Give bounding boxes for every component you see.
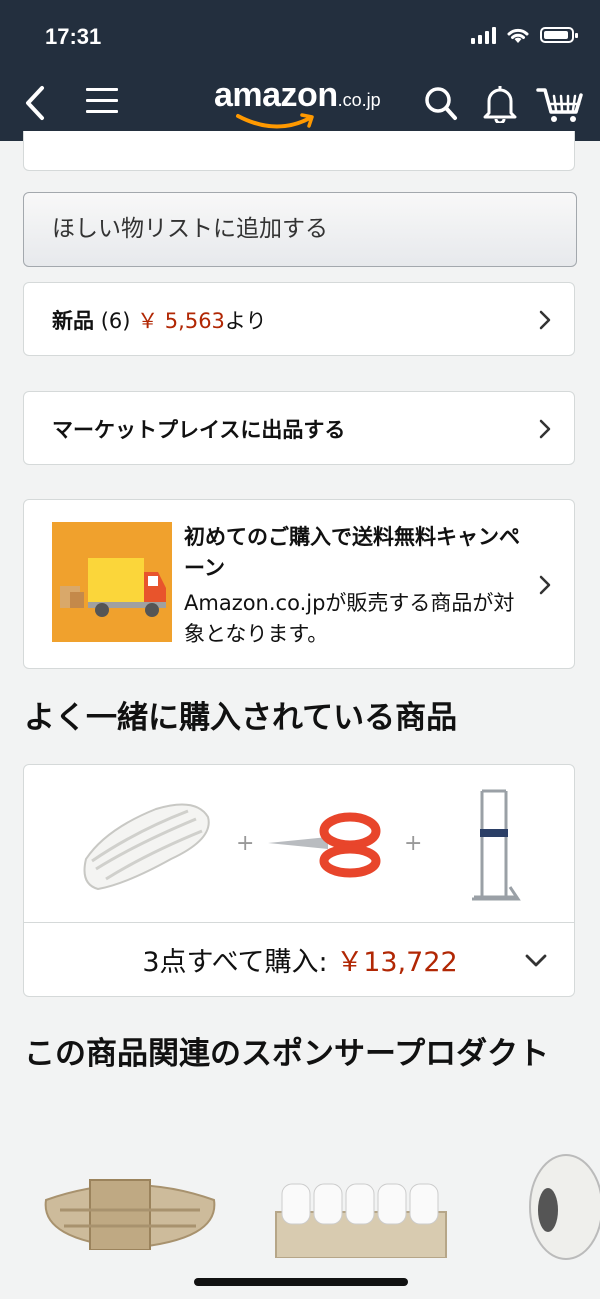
frequently-bought-card: + + 3点すべて購入: ￥13,722 <box>23 764 575 997</box>
new-count: (6) <box>100 309 131 333</box>
new-price: ￥ 5,563 <box>137 309 225 333</box>
new-offers-label: 新品 (6) ￥ 5,563より <box>52 305 267 335</box>
smile-arrow-icon <box>236 113 314 129</box>
amazon-logo[interactable]: amazon.co.jp <box>214 76 381 129</box>
new-suffix: より <box>224 309 267 333</box>
expand-button[interactable] <box>524 953 548 973</box>
search-button[interactable] <box>424 86 458 122</box>
frequently-bought-images: + + <box>24 765 574 923</box>
plus-sign: + <box>404 831 423 856</box>
status-icons <box>471 26 578 44</box>
new-offers-row[interactable]: 新品 (6) ￥ 5,563より <box>23 282 575 356</box>
status-time: 17:31 <box>45 24 102 49</box>
wifi-icon <box>507 28 529 43</box>
jute-rope-product-image[interactable] <box>40 1170 220 1250</box>
logo-tld: .co.jp <box>337 90 381 110</box>
notifications-button[interactable] <box>482 83 518 125</box>
stand-product-image[interactable] <box>464 787 524 907</box>
sell-on-marketplace-row[interactable]: マーケットプレイスに出品する <box>23 391 575 465</box>
sponsored-products-heading: この商品関連のスポンサープロダクト <box>24 1036 550 1072</box>
buy-all-price: ￥13,722 <box>336 947 458 978</box>
new-label: 新品 <box>52 309 94 333</box>
back-button[interactable] <box>22 82 52 124</box>
hamburger-icon <box>86 88 118 113</box>
scissors-product-image[interactable] <box>264 811 384 881</box>
bell-icon <box>483 86 517 125</box>
cellular-signal-icon <box>471 26 496 44</box>
home-indicator[interactable] <box>194 1278 408 1286</box>
promo-title: 初めてのご購入で送料無料キャンペーン <box>184 525 520 580</box>
battery-icon <box>540 27 578 43</box>
cart-button[interactable] <box>536 84 584 124</box>
white-rope-spool-product-image[interactable] <box>526 1152 600 1262</box>
promo-body: Amazon.co.jpが販売する商品が対象となります。 <box>184 591 515 646</box>
chevron-right-icon <box>539 419 551 439</box>
buy-all-label: 3点すべて購入: <box>142 947 337 978</box>
add-to-wishlist-button[interactable]: ほしい物リストに追加する <box>23 192 577 267</box>
rope-product-image[interactable] <box>76 789 216 899</box>
frequently-bought-heading: よく一緒に購入されている商品 <box>24 700 458 736</box>
chevron-right-icon <box>539 310 551 330</box>
marketplace-label: マーケットプレイスに出品する <box>52 418 346 442</box>
plus-sign: + <box>236 831 255 856</box>
free-shipping-promo-card[interactable]: 初めてのご購入で送料無料キャンペーン Amazon.co.jpが販売する商品が対… <box>23 499 575 669</box>
menu-button[interactable] <box>86 88 118 118</box>
chevron-right-icon <box>539 575 551 595</box>
previous-card-bottom <box>23 131 575 171</box>
chevron-down-icon <box>525 954 547 967</box>
receipt-paper-rolls-product-image[interactable] <box>272 1178 452 1258</box>
top-navigation-bar: 17:31 amazon.co.jp <box>0 0 600 141</box>
delivery-truck-image <box>52 522 172 642</box>
buy-all-total: 3点すべて購入: ￥13,722 <box>24 940 576 979</box>
logo-text: amazon <box>214 76 338 114</box>
chevron-left-icon <box>26 86 44 120</box>
cart-icon <box>536 88 583 122</box>
search-icon <box>425 87 457 120</box>
